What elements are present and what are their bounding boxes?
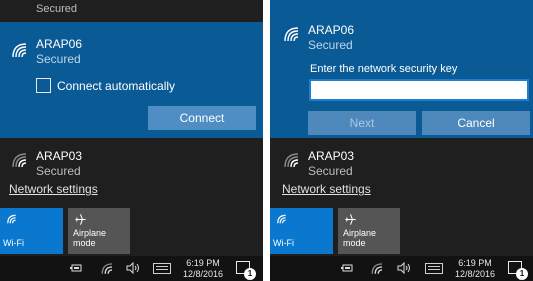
- cut-network-item[interactable]: Secured: [0, 0, 263, 22]
- wifi-quick-action-tile[interactable]: Wi-Fi: [270, 208, 333, 254]
- connect-button[interactable]: Connect: [148, 106, 256, 130]
- wifi-signal-icon[interactable]: [100, 261, 115, 280]
- taskbar: 6:19 PM 12/8/2016 1: [270, 256, 533, 281]
- network-status: Secured: [36, 52, 81, 66]
- battery-icon[interactable]: [69, 262, 83, 278]
- clock[interactable]: 6:19 PM 12/8/2016: [450, 258, 500, 280]
- wifi-signal-icon[interactable]: [370, 261, 385, 280]
- wifi-signal-icon: [10, 40, 30, 60]
- volume-icon[interactable]: [397, 261, 412, 278]
- network-item-arap03[interactable]: ARAP03 Secured: [0, 138, 263, 180]
- network-status: Secured: [308, 164, 353, 178]
- security-key-input[interactable]: [309, 79, 529, 101]
- cancel-button[interactable]: Cancel: [422, 111, 530, 135]
- network-flyout-right: ARAP06 Secured Enter the network securit…: [270, 0, 533, 281]
- wifi-quick-action-tile[interactable]: Wi-Fi: [0, 208, 63, 254]
- network-settings-link[interactable]: Network settings: [282, 182, 371, 196]
- security-key-label: Enter the network security key: [310, 63, 458, 75]
- volume-icon[interactable]: [126, 261, 141, 278]
- taskbar: 6:19 PM 12/8/2016 1: [0, 256, 263, 281]
- clock-time: 6:19 PM: [458, 258, 492, 268]
- airplane-icon: [344, 213, 357, 228]
- network-status: Secured: [308, 38, 353, 52]
- network-name: ARAP03: [308, 149, 355, 163]
- clock-time: 6:19 PM: [186, 258, 220, 268]
- network-name: ARAP06: [308, 23, 355, 37]
- network-settings-link[interactable]: Network settings: [9, 182, 98, 196]
- airplane-tile-label: Airplane mode: [343, 228, 377, 248]
- cut-network-status: Secured: [36, 3, 77, 15]
- notification-badge: 1: [516, 268, 528, 280]
- network-name: ARAP03: [36, 149, 83, 163]
- airplane-mode-tile[interactable]: Airplane mode: [68, 208, 130, 254]
- notification-badge: 1: [244, 268, 256, 280]
- wifi-tile-label: Wi-Fi: [273, 238, 294, 248]
- keyboard-icon[interactable]: [425, 263, 443, 274]
- wifi-signal-icon: [6, 213, 18, 227]
- network-name: ARAP06: [36, 37, 83, 51]
- wifi-signal-icon: [276, 213, 288, 227]
- network-item-arap03[interactable]: ARAP03 Secured: [270, 138, 533, 180]
- clock-date: 12/8/2016: [182, 269, 224, 279]
- connect-automatically-label[interactable]: Connect automatically: [57, 79, 175, 93]
- keyboard-icon[interactable]: [153, 263, 171, 274]
- clock[interactable]: 6:19 PM 12/8/2016: [178, 258, 228, 280]
- connect-automatically-checkbox[interactable]: [36, 78, 51, 93]
- battery-icon[interactable]: [340, 262, 354, 278]
- network-status: Secured: [36, 164, 81, 178]
- selected-network-arap06[interactable]: ARAP06 Secured Enter the network securit…: [270, 0, 533, 138]
- airplane-mode-tile[interactable]: Airplane mode: [338, 208, 400, 254]
- wifi-signal-icon: [282, 24, 302, 44]
- clock-date: 12/8/2016: [454, 269, 496, 279]
- wifi-signal-icon: [282, 150, 302, 170]
- network-flyout-left: Secured ARAP06 Secured Connect automatic…: [0, 0, 263, 281]
- wifi-signal-icon: [10, 150, 30, 170]
- notification-icon[interactable]: 1: [236, 261, 256, 280]
- next-button[interactable]: Next: [308, 111, 416, 135]
- airplane-icon: [74, 213, 87, 228]
- selected-network-arap06[interactable]: ARAP06 Secured Connect automatically Con…: [0, 22, 263, 138]
- wifi-tile-label: Wi-Fi: [3, 238, 24, 248]
- airplane-tile-label: Airplane mode: [73, 228, 107, 248]
- notification-icon[interactable]: 1: [508, 261, 528, 280]
